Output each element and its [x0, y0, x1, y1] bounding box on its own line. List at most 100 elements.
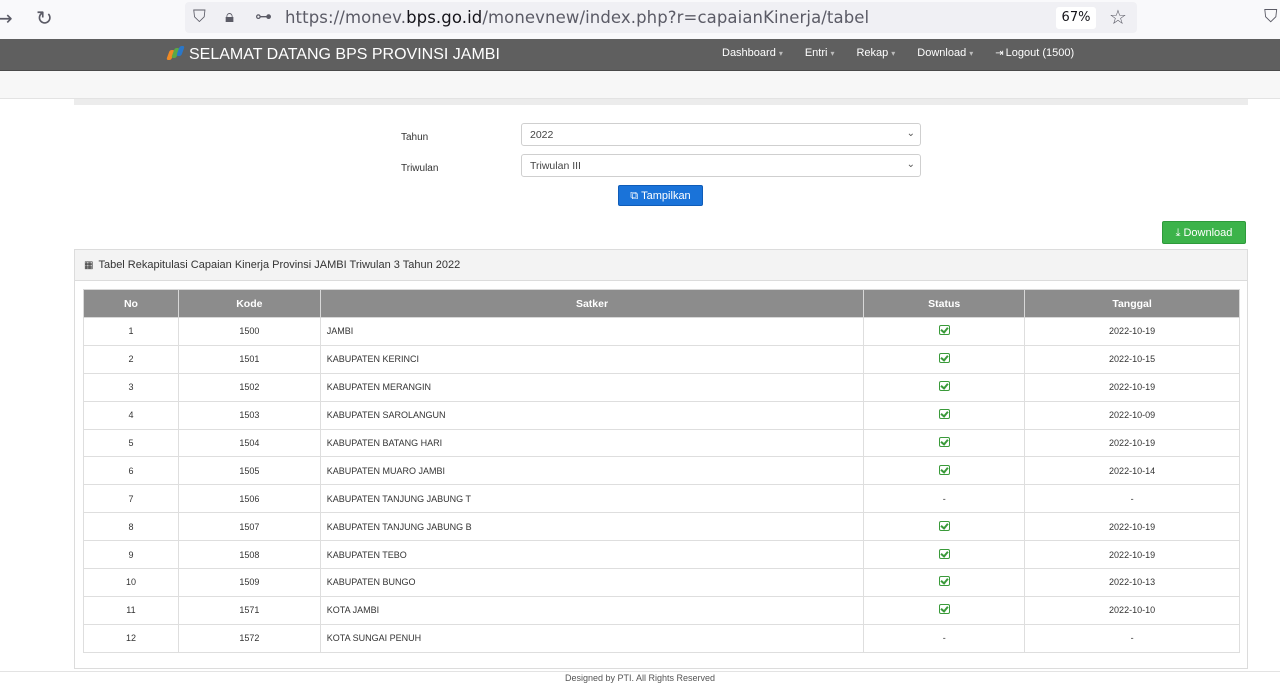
- panel-title: Tabel Rekapitulasi Capaian Kinerja Provi…: [98, 259, 461, 271]
- header-tanggal[interactable]: Tanggal: [1024, 289, 1240, 318]
- cell-kode: 1505: [177, 456, 321, 486]
- header-no[interactable]: No: [83, 289, 179, 318]
- cell-status: [863, 317, 1026, 346]
- table-row: 12 1572 KOTA SUNGAI PENUH - -: [83, 623, 1240, 653]
- checked-square-icon: [938, 548, 950, 559]
- table-row: 4 1503 KABUPATEN SAROLANGUN 2022-10-09: [83, 400, 1240, 430]
- cell-status: -: [863, 623, 1026, 653]
- nav-dashboard[interactable]: Dashboard ▾: [722, 47, 783, 59]
- cell-satker: KABUPATEN TEBO: [319, 540, 865, 570]
- tampilkan-label: Tampilkan: [641, 190, 691, 202]
- nav-download[interactable]: Download ▾: [917, 47, 973, 59]
- cell-no: 1: [83, 317, 179, 346]
- checked-square-icon: [938, 409, 950, 420]
- cell-satker: KABUPATEN KERINCI: [319, 344, 865, 374]
- lock-icon[interactable]: 🔒︎: [225, 7, 234, 27]
- browser-toolbar: → ↻ ⛉ 🔒︎ ⊶ https://monev.bps.go.id/monev…: [0, 0, 1280, 39]
- permissions-icon[interactable]: ⊶: [255, 7, 272, 27]
- cell-status: [863, 400, 1026, 430]
- cell-status: [863, 428, 1026, 458]
- tampilkan-button[interactable]: ⧉ Tampilkan: [618, 185, 703, 206]
- external-link-icon: ⧉: [630, 189, 639, 202]
- table-row: 6 1505 KABUPATEN MUARO JAMBI 2022-10-14: [83, 456, 1240, 486]
- cell-no: 8: [83, 512, 179, 542]
- top-navbar: SELAMAT DATANG BPS PROVINSI JAMBI Dashbo…: [0, 39, 1280, 71]
- table-icon: ▦: [84, 260, 94, 271]
- nav-logout[interactable]: ⇥ Logout (1500): [995, 47, 1074, 59]
- cell-status: [863, 595, 1026, 625]
- bps-logo-icon: [166, 46, 185, 60]
- cell-tanggal: 2022-10-19: [1024, 317, 1240, 346]
- chevron-down-icon: ⌄: [906, 159, 915, 170]
- nav-rekap[interactable]: Rekap ▾: [856, 47, 895, 59]
- url-text[interactable]: https://monev.bps.go.id/monevnew/index.p…: [285, 8, 869, 27]
- header-kode[interactable]: Kode: [177, 289, 321, 318]
- cell-satker: KABUPATEN MERANGIN: [319, 372, 865, 402]
- cell-kode: 1502: [177, 372, 321, 402]
- footer-divider: [0, 671, 1280, 672]
- header-status[interactable]: Status: [863, 289, 1026, 318]
- cell-satker: KABUPATEN BATANG HARI: [319, 428, 865, 458]
- cell-kode: 1506: [177, 484, 321, 514]
- table-row: 9 1508 KABUPATEN TEBO 2022-10-19: [83, 540, 1240, 570]
- cell-satker: KABUPATEN SAROLANGUN: [319, 400, 865, 430]
- cell-satker: KOTA SUNGAI PENUH: [319, 623, 865, 653]
- cell-tanggal: -: [1024, 623, 1240, 653]
- checked-square-icon: [938, 437, 950, 447]
- cell-no: 3: [83, 372, 179, 402]
- address-bar[interactable]: ⛉ 🔒︎ ⊶ https://monev.bps.go.id/monevnew/…: [185, 2, 1137, 33]
- brand[interactable]: SELAMAT DATANG BPS PROVINSI JAMBI: [166, 45, 500, 64]
- download-label: Download: [1183, 227, 1233, 239]
- checked-square-icon: [938, 576, 950, 587]
- forward-icon[interactable]: →: [0, 6, 13, 30]
- download-button[interactable]: ⤓ Download: [1162, 221, 1246, 244]
- cell-kode: 1507: [177, 512, 321, 542]
- cell-satker: KABUPATEN TANJUNG JABUNG T: [319, 484, 865, 514]
- cell-kode: 1508: [177, 540, 321, 570]
- nav-entri[interactable]: Entri ▾: [805, 47, 835, 59]
- cell-status: [863, 512, 1026, 542]
- cell-no: 11: [83, 595, 179, 625]
- cell-tanggal: 2022-10-19: [1024, 540, 1240, 570]
- cell-status: -: [863, 484, 1026, 514]
- cell-no: 5: [83, 428, 179, 458]
- caret-down-icon: ▾: [778, 49, 783, 58]
- cell-no: 2: [83, 344, 179, 374]
- pocket-icon[interactable]: ⛉: [1264, 6, 1278, 27]
- triwulan-select[interactable]: Triwulan III ⌄: [521, 154, 921, 177]
- tracking-shield-icon[interactable]: ⛉: [193, 7, 206, 27]
- cell-satker: KABUPATEN BUNGO: [319, 568, 865, 597]
- table-row: 8 1507 KABUPATEN TANJUNG JABUNG B 2022-10-1…: [83, 512, 1240, 542]
- cell-tanggal: 2022-10-19: [1024, 512, 1240, 542]
- tahun-value: 2022: [530, 129, 554, 141]
- table-row: 5 1504 KABUPATEN BATANG HARI 2022-10-19: [83, 428, 1240, 458]
- nav-menu: Dashboard ▾ Entri ▾ Rekap ▾ Download ▾ ⇥ Logo…: [722, 47, 1096, 59]
- cell-kode: 1504: [177, 428, 321, 458]
- cell-satker: KABUPATEN MUARO JAMBI: [319, 456, 865, 486]
- caret-down-icon: ▾: [830, 49, 835, 58]
- caret-down-icon: ▾: [969, 49, 974, 58]
- cell-no: 6: [83, 456, 179, 486]
- cell-satker: KABUPATEN TANJUNG JABUNG B: [319, 512, 865, 542]
- cell-satker: JAMBI: [319, 317, 865, 346]
- cell-tanggal: 2022-10-13: [1024, 568, 1240, 597]
- cell-tanggal: 2022-10-19: [1024, 428, 1240, 458]
- cell-kode: 1503: [177, 400, 321, 430]
- cell-kode: 1509: [177, 568, 321, 597]
- cell-kode: 1571: [177, 595, 321, 625]
- table-row: 11 1571 KOTA JAMBI 2022-10-10: [83, 595, 1240, 625]
- caret-down-icon: ▾: [891, 49, 896, 58]
- header-satker[interactable]: Satker: [319, 289, 865, 318]
- chevron-down-icon: ⌄: [906, 128, 915, 139]
- checked-square-icon: [938, 353, 950, 364]
- rekap-table: No Kode Satker Status Tanggal 1 1500 JAMBI…: [83, 289, 1240, 653]
- tahun-select[interactable]: 2022 ⌄: [521, 123, 921, 146]
- cell-status: [863, 540, 1026, 570]
- cell-status: [863, 372, 1026, 402]
- bookmark-star-icon[interactable]: ☆: [1109, 5, 1127, 29]
- zoom-level-badge[interactable]: 67%: [1056, 7, 1096, 29]
- cell-no: 10: [83, 568, 179, 597]
- cell-no: 4: [83, 400, 179, 430]
- reload-icon[interactable]: ↻: [36, 6, 53, 30]
- content-top-band: [74, 99, 1248, 105]
